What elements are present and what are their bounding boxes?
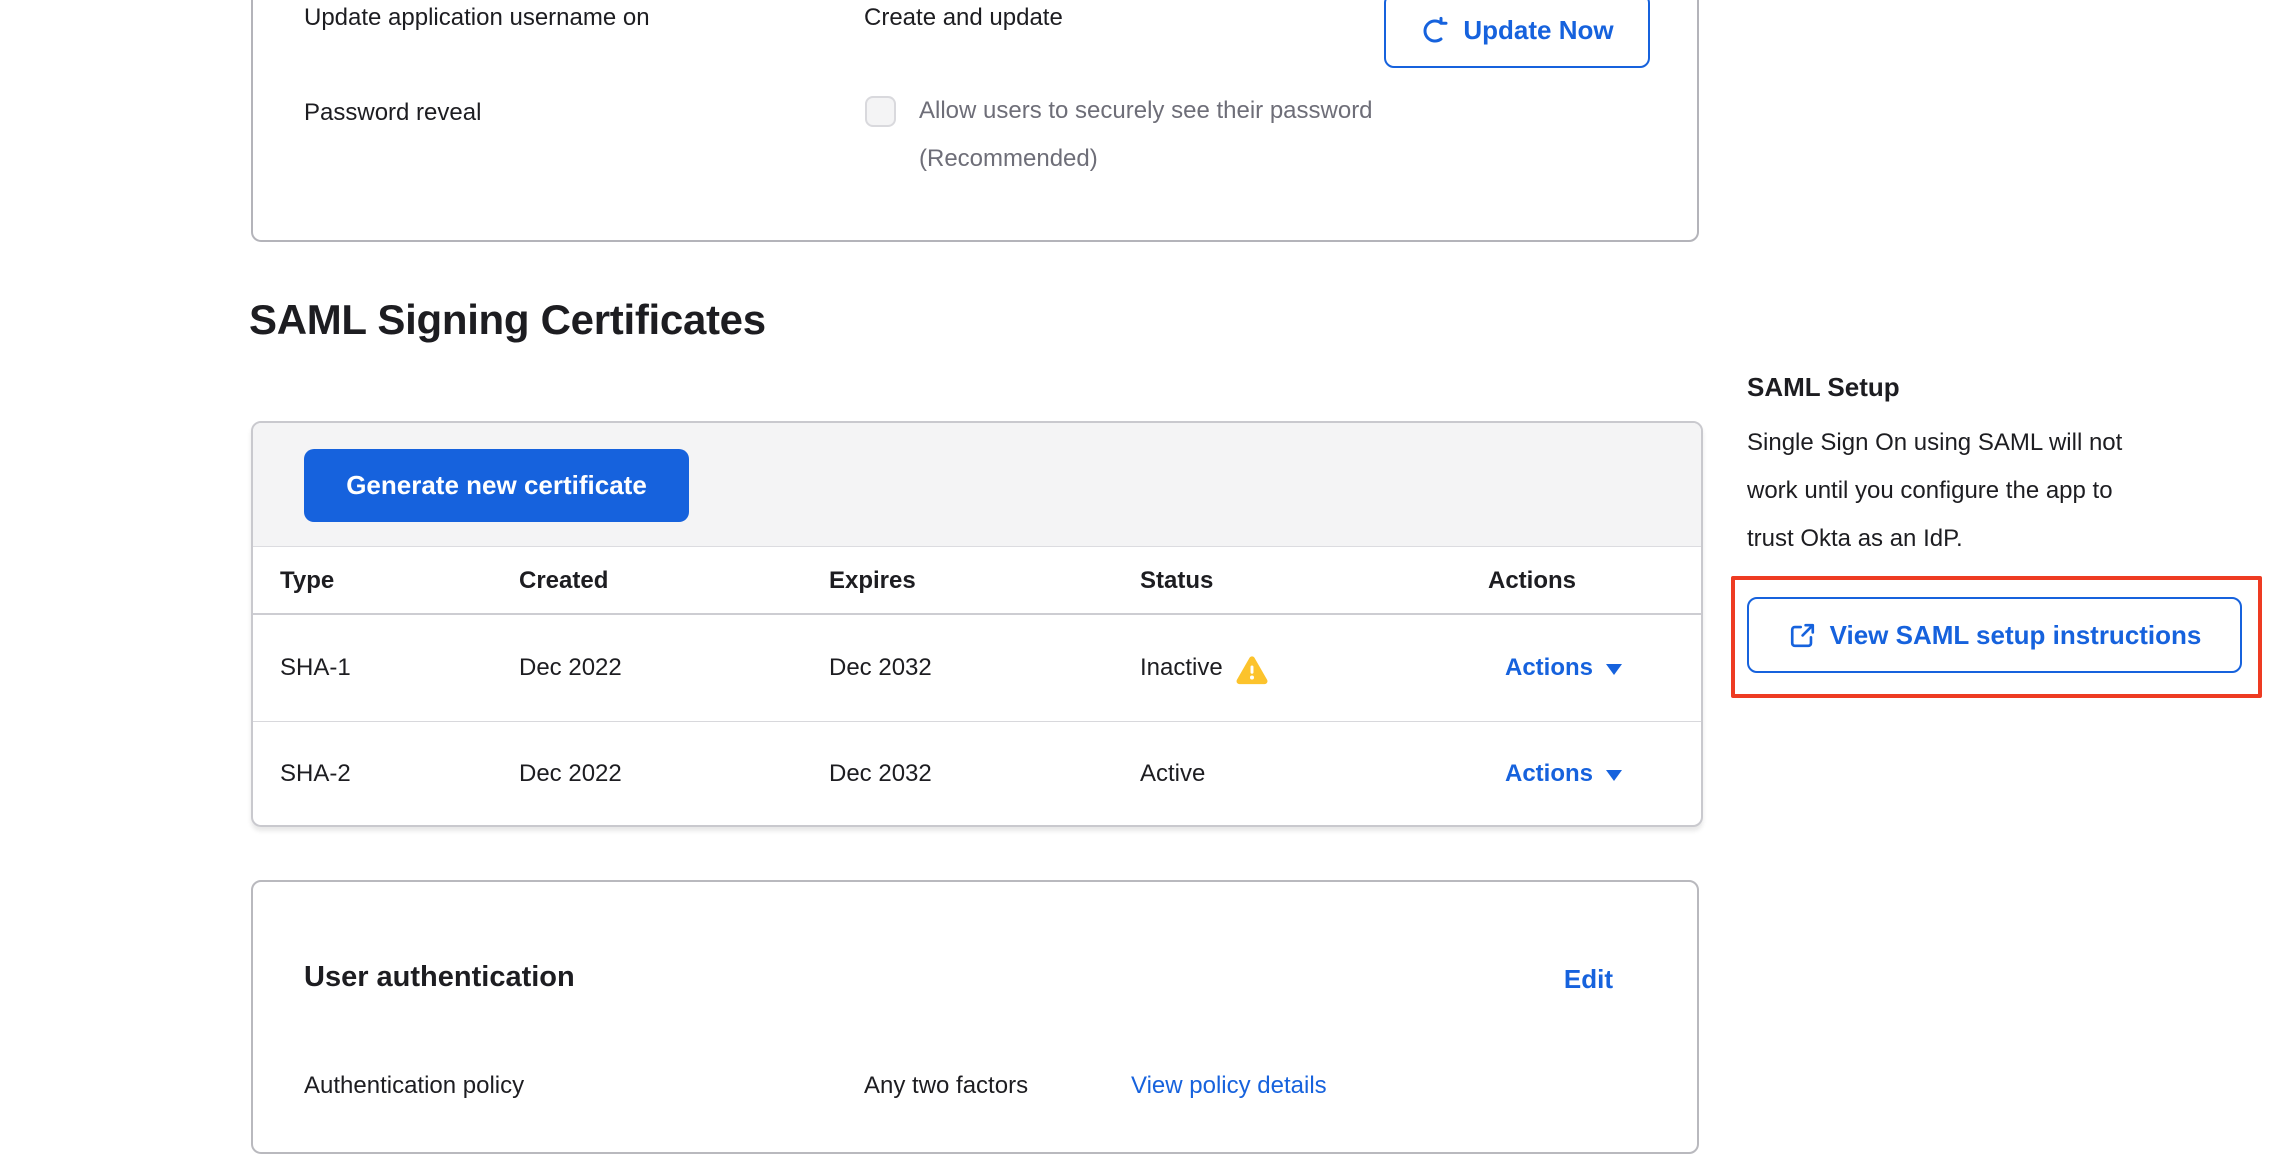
edit-link[interactable]: Edit [1564, 964, 1613, 995]
username-update-value: Create and update [864, 4, 1063, 32]
password-reveal-checkbox[interactable] [865, 96, 896, 127]
certificates-panel: Generate new certificate Type Created Ex… [251, 421, 1703, 827]
password-reveal-label: Password reveal [304, 99, 481, 127]
username-update-label: Update application username on [304, 4, 650, 32]
saml-setup-heading: SAML Setup [1747, 372, 1900, 403]
chevron-down-icon [1606, 664, 1622, 675]
cell-expires: Dec 2032 [829, 722, 932, 825]
actions-dropdown[interactable]: Actions [1505, 615, 1622, 721]
column-header-created: Created [519, 547, 608, 615]
authentication-policy-value: Any two factors [864, 1072, 1028, 1100]
saml-setup-description: Single Sign On using SAML will not work … [1747, 419, 2279, 563]
cell-created: Dec 2022 [519, 722, 622, 825]
view-policy-details-link[interactable]: View policy details [1131, 1072, 1327, 1100]
table-row-sha1: SHA-1 Dec 2022 Dec 2032 Inactive Actions [253, 615, 1701, 722]
password-reveal-checkbox-label: Allow users to securely see their passwo… [919, 87, 1373, 183]
authentication-policy-label: Authentication policy [304, 1072, 524, 1100]
saml-signing-certificates-heading: SAML Signing Certificates [249, 296, 766, 344]
generate-certificate-button[interactable]: Generate new certificate [304, 449, 689, 522]
refresh-icon [1420, 16, 1450, 46]
chevron-down-icon [1606, 770, 1622, 781]
saml-settings-page: Update application username on Create an… [0, 0, 2279, 1158]
update-now-label: Update Now [1463, 15, 1613, 46]
column-header-status: Status [1140, 547, 1213, 615]
cell-expires: Dec 2032 [829, 615, 932, 721]
column-header-actions: Actions [1488, 547, 1576, 615]
cell-status: Active [1140, 722, 1205, 825]
user-authentication-card: User authentication Edit Authentication … [251, 880, 1699, 1154]
external-link-icon [1788, 621, 1817, 650]
user-authentication-heading: User authentication [304, 961, 575, 994]
update-now-button[interactable]: Update Now [1384, 0, 1650, 68]
table-row-sha2: SHA-2 Dec 2022 Dec 2032 Active Actions [253, 722, 1701, 825]
column-header-type: Type [280, 547, 334, 615]
sign-on-settings-card: Update application username on Create an… [251, 0, 1699, 242]
warning-icon [1236, 655, 1268, 685]
view-saml-setup-instructions-button[interactable]: View SAML setup instructions [1747, 597, 2242, 673]
cell-status: Inactive [1140, 615, 1268, 721]
cell-type: SHA-1 [280, 615, 351, 721]
cell-type: SHA-2 [280, 722, 351, 825]
view-saml-setup-instructions-label: View SAML setup instructions [1830, 620, 2202, 651]
column-header-expires: Expires [829, 547, 916, 615]
certificates-toolbar: Generate new certificate [253, 423, 1701, 547]
actions-dropdown[interactable]: Actions [1505, 722, 1622, 825]
cell-created: Dec 2022 [519, 615, 622, 721]
certificates-table-header: Type Created Expires Status Actions [253, 547, 1701, 615]
